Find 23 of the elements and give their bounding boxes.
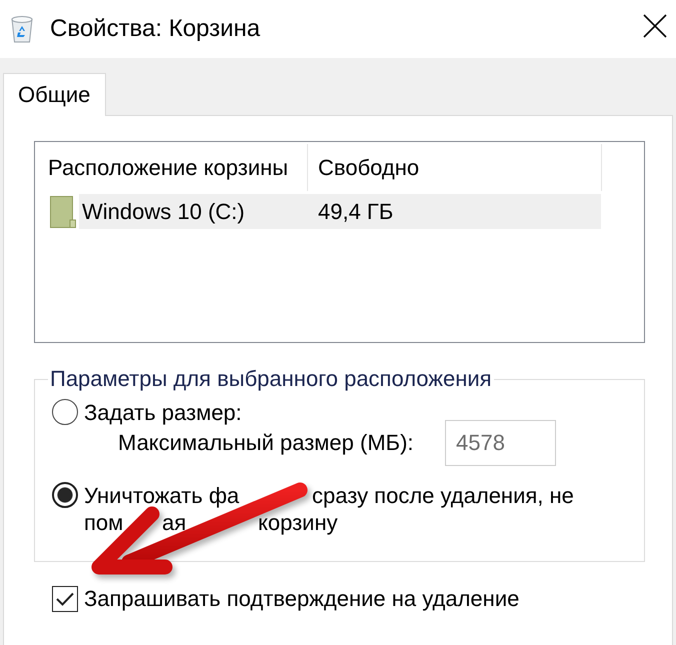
radio-button[interactable] [52, 482, 78, 508]
table-cell-text: 49,4 ГБ [317, 198, 394, 226]
recycle-bin-icon [10, 15, 34, 43]
option-label: Задать размер: [84, 399, 242, 426]
option-label: корзину [258, 509, 338, 536]
option-label: пом [84, 509, 124, 536]
table-cell-text: Windows 10 (C:) [81, 198, 246, 226]
column-header[interactable]: Расположение корзины [35, 144, 308, 191]
check-icon [56, 592, 74, 606]
close-icon [643, 14, 667, 38]
option-label: ая [162, 509, 186, 536]
group-title: Параметры для выбранного расположения [49, 366, 493, 392]
checkbox-label: Запрашивать подтверждение на удаление [84, 586, 520, 612]
field-label: Максимальный размер (МБ): [118, 430, 415, 456]
option-label: Уничтожать фа [84, 482, 240, 509]
table-row[interactable]: Windows 10 (C:) 49,4 ГБ [79, 194, 601, 229]
column-header[interactable]: Свободно [308, 144, 602, 191]
window-title: Свойства: Корзина [50, 14, 260, 44]
checkbox[interactable] [52, 586, 78, 612]
tab[interactable]: Общие [3, 73, 106, 116]
drive-icon [50, 196, 76, 228]
radio-button[interactable] [52, 399, 78, 425]
option-label: сразу после удаления, не [312, 482, 574, 509]
